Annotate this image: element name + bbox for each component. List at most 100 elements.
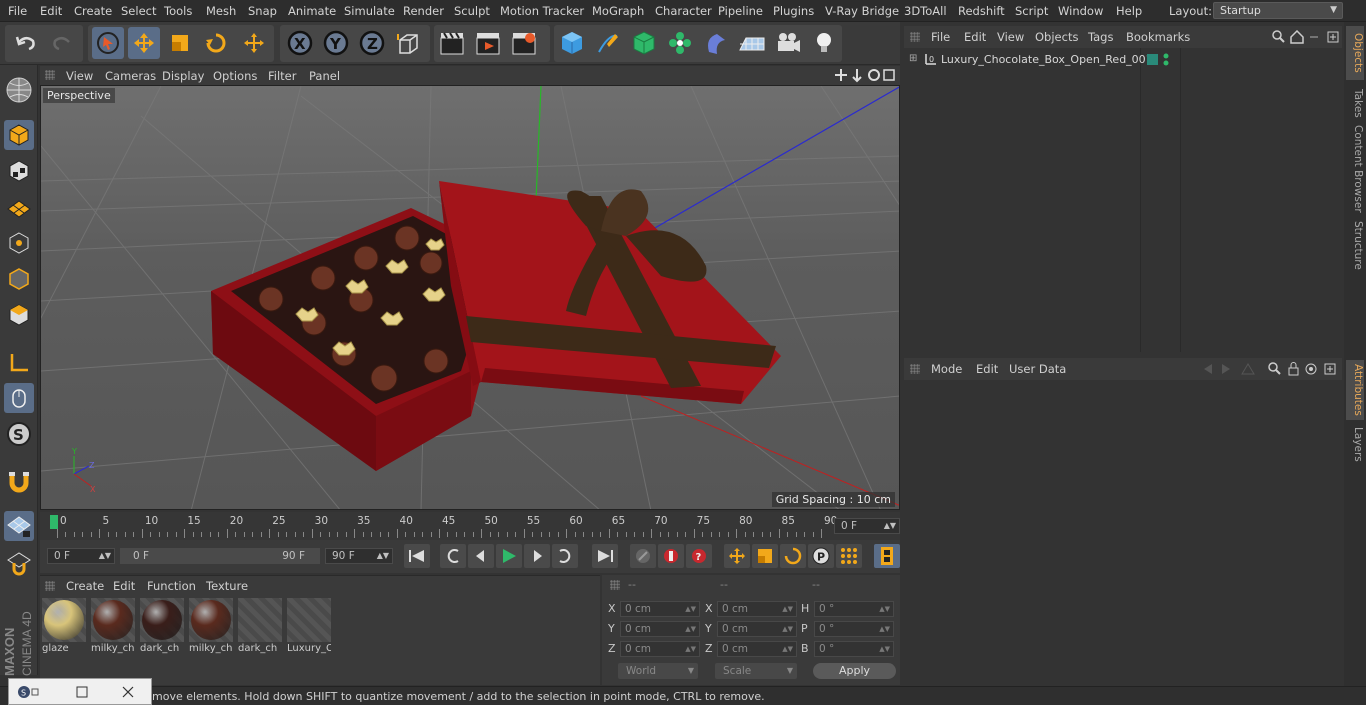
redo-button[interactable] — [46, 27, 78, 59]
prev-frame-button[interactable] — [468, 544, 494, 568]
menu-mesh[interactable]: Mesh — [206, 4, 236, 18]
material-swatch[interactable]: dark_ch — [238, 598, 282, 656]
mat-menu-function[interactable]: Function — [147, 579, 196, 593]
mat-menu-edit[interactable]: Edit — [113, 579, 135, 593]
z-axis-button[interactable]: Z — [356, 27, 388, 59]
render-picture-viewer-button[interactable] — [472, 27, 504, 59]
key-scale-button[interactable] — [752, 544, 778, 568]
material-swatch[interactable]: Luxury_C — [287, 598, 331, 656]
vp-menu-options[interactable]: Options — [213, 69, 257, 83]
cloner-button[interactable] — [664, 27, 696, 59]
layer-tag[interactable] — [1147, 54, 1158, 65]
vp-menu-view[interactable]: View — [66, 69, 93, 83]
frame-range-slider[interactable]: 0 F 90 F — [120, 548, 320, 564]
material-swatch[interactable]: dark_ch — [140, 598, 184, 656]
last-tool-button[interactable] — [238, 27, 270, 59]
play-button[interactable] — [496, 544, 522, 568]
goto-end-button[interactable] — [592, 544, 618, 568]
material-swatch[interactable]: milky_ch — [91, 598, 135, 656]
menu-tools[interactable]: Tools — [164, 4, 192, 18]
menu-3dtoall[interactable]: 3DToAll — [904, 4, 947, 18]
obj-menu-file[interactable]: File — [931, 30, 950, 44]
grid-lock-button[interactable] — [4, 511, 34, 541]
menu-redshift[interactable]: Redshift — [958, 4, 1005, 18]
model-mode-button[interactable] — [4, 120, 34, 150]
vp-menu-cameras[interactable]: Cameras — [105, 69, 156, 83]
menu-create[interactable]: Create — [74, 4, 112, 18]
material-swatch[interactable]: milky_ch — [189, 598, 233, 656]
undo-button[interactable] — [10, 27, 42, 59]
autokey-button[interactable]: ? — [686, 544, 712, 568]
obj-menu-bookmarks[interactable]: Bookmarks — [1126, 30, 1190, 44]
attribute-manager-tools[interactable] — [1200, 361, 1340, 377]
subdivision-button[interactable] — [628, 27, 660, 59]
quantize-button[interactable] — [4, 548, 34, 578]
attr-menu-user-data[interactable]: User Data — [1009, 362, 1066, 376]
world-dropdown[interactable]: World ▼ — [618, 663, 698, 679]
material-swatch[interactable]: glaze — [42, 598, 86, 656]
stepper-arrows-icon[interactable]: ▲▼ — [782, 602, 793, 616]
timeline-ruler[interactable]: 0 5 10 15 20 25 30 35 40 45 50 55 60 65 70 75 80 85 90 0 F… — [40, 512, 900, 540]
tab-takes[interactable]: Takes — [1346, 84, 1364, 122]
x-axis-button[interactable]: X — [284, 27, 316, 59]
expand-plus-icon[interactable]: ⊞ — [909, 53, 917, 64]
coord-value-field[interactable]: 0 ° ▲▼ — [814, 641, 894, 657]
coord-value-field[interactable]: 0 cm ▲▼ — [717, 601, 797, 617]
vp-menu-display[interactable]: Display — [162, 69, 204, 83]
cinema4d-app-icon[interactable]: S — [17, 685, 41, 699]
light-button[interactable] — [808, 27, 840, 59]
apply-button[interactable]: Apply — [813, 663, 896, 679]
next-frame-button[interactable] — [524, 544, 550, 568]
record-disabled-button[interactable] — [630, 544, 656, 568]
floor-button[interactable] — [736, 27, 768, 59]
obj-menu-edit[interactable]: Edit — [964, 30, 986, 44]
menu-plugins[interactable]: Plugins — [773, 4, 814, 18]
menu-simulate[interactable]: Simulate — [344, 4, 395, 18]
coord-value-field[interactable]: 0 ° ▲▼ — [814, 621, 894, 637]
stepper-arrows-icon[interactable]: ▲▼ — [879, 642, 890, 656]
menu-pipeline[interactable]: Pipeline — [718, 4, 763, 18]
texture-mode-button[interactable] — [4, 156, 34, 186]
key-parameter-button[interactable]: P — [808, 544, 834, 568]
tab-attributes[interactable]: Attributes — [1346, 360, 1364, 420]
workplane-button[interactable] — [4, 192, 34, 222]
select-tool-button[interactable] — [92, 27, 124, 59]
cube-button[interactable] — [556, 27, 588, 59]
attr-menu-edit[interactable]: Edit — [976, 362, 998, 376]
make-editable-button[interactable] — [4, 75, 34, 105]
deformer-button[interactable] — [700, 27, 732, 59]
coord-value-field[interactable]: 0 cm ▲▼ — [620, 641, 700, 657]
menu-window[interactable]: Window — [1058, 4, 1103, 18]
axis-mode-button[interactable] — [4, 348, 34, 378]
render-view-button[interactable] — [436, 27, 468, 59]
tweak-mode-button[interactable] — [4, 383, 34, 413]
menu-sculpt[interactable]: Sculpt — [454, 4, 490, 18]
render-settings-button[interactable] — [508, 27, 540, 59]
key-position-button[interactable] — [724, 544, 750, 568]
stepper-arrows-icon[interactable]: ▲▼ — [879, 602, 890, 616]
start-frame-field[interactable]: 0 F ▲▼ — [47, 548, 115, 564]
current-frame-field[interactable]: 0 F ▲▼ — [834, 518, 900, 534]
scale-tool-button[interactable] — [164, 27, 196, 59]
stepper-arrows-icon[interactable]: ▲▼ — [782, 622, 793, 636]
magnet-button[interactable] — [4, 467, 34, 497]
stepper-arrows-icon[interactable]: ▲▼ — [685, 622, 696, 636]
menu-snap[interactable]: Snap — [248, 4, 277, 18]
menu-motion-tracker[interactable]: Motion Tracker — [500, 4, 584, 18]
coord-value-field[interactable]: 0 cm ▲▼ — [620, 601, 700, 617]
obj-menu-objects[interactable]: Objects — [1035, 30, 1078, 44]
prev-key-button[interactable] — [440, 544, 466, 568]
vp-menu-panel[interactable]: Panel — [309, 69, 340, 83]
stepper-arrows-icon[interactable]: ▲▼ — [782, 642, 793, 656]
coord-value-field[interactable]: 0 cm ▲▼ — [620, 621, 700, 637]
tab-structure[interactable]: Structure — [1346, 218, 1364, 272]
end-frame-field[interactable]: 90 F ▲▼ — [325, 548, 393, 564]
menu-character[interactable]: Character — [655, 4, 712, 18]
rotate-tool-button[interactable] — [200, 27, 232, 59]
menu-mograph[interactable]: MoGraph — [592, 4, 644, 18]
move-tool-button[interactable] — [128, 27, 160, 59]
menu-animate[interactable]: Animate — [288, 4, 336, 18]
viewport-nav-icons[interactable] — [834, 68, 896, 83]
mat-menu-texture[interactable]: Texture — [206, 579, 248, 593]
key-rotation-button[interactable] — [780, 544, 806, 568]
